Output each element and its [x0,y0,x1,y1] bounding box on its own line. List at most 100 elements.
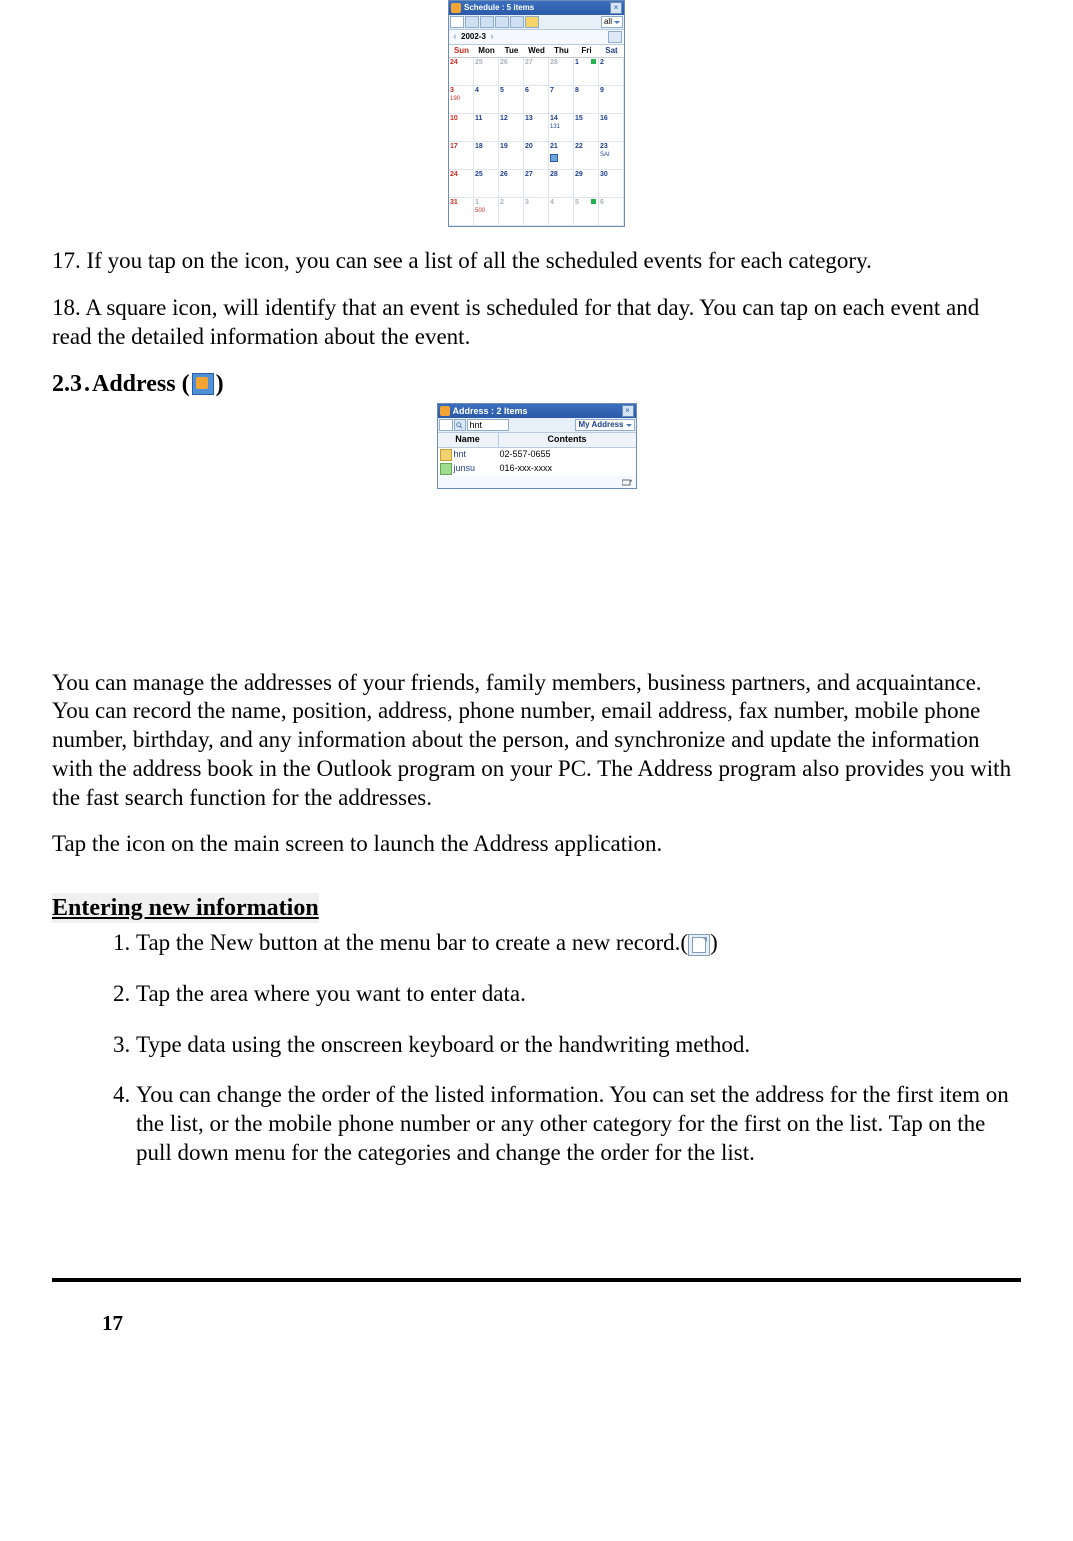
calendar-cell[interactable]: 31 [449,198,474,226]
steps-list: Tap the New button at the menu bar to cr… [52,929,1021,1168]
calendar-cell[interactable]: 28 [549,58,574,86]
page: Schedule : 5 items × all [0,0,1073,1376]
calendar-cell[interactable]: 15 [574,114,599,142]
date-navigation: ‹ 2002-3 › [449,30,624,45]
section-label: Address ( [92,369,190,399]
calendar-cell[interactable]: 6 [524,86,549,114]
calendar-cell[interactable]: 4 [549,198,574,226]
calendar-cell[interactable]: 4 [474,86,499,114]
calendar-cell[interactable]: 23SAI [599,142,624,170]
calendar-cell[interactable]: 26 [499,170,524,198]
dow-cell: Sun [449,45,474,57]
footer: 17 [52,1278,1021,1336]
calendar-cell[interactable]: 8 [574,86,599,114]
calendar-cell[interactable]: 12 [499,114,524,142]
dow-cell: Sat [599,45,624,57]
calendar-cell[interactable]: 6 [599,198,624,226]
instruction-17: 17. If you tap on the icon, you can see … [52,247,1021,276]
schedule-app-icon [451,3,461,13]
dow-cell: Fri [574,45,599,57]
contact-name: junsu [454,463,500,474]
calendar-cell[interactable]: 27 [524,170,549,198]
calendar-cell[interactable]: 10 [449,114,474,142]
schedule-title: Schedule : 5 items [464,3,610,13]
calendar-cell[interactable]: 19 [499,142,524,170]
close-icon[interactable]: × [622,405,634,417]
address-row[interactable]: junsu016-xxx-xxxx [438,462,636,476]
toolbar-btn-1[interactable] [465,16,479,28]
step-4: You can change the order of the listed i… [136,1081,1021,1167]
calendar-cell[interactable]: 5 [574,198,599,226]
calendar-cell[interactable]: 28 [549,170,574,198]
calendar-cell[interactable]: 30 [599,170,624,198]
address-toolbar: hnt My Address [438,418,636,433]
calendar-cell[interactable]: 3 [524,198,549,226]
address-rows: hnt02-557-0655junsu016-xxx-xxxx [438,448,636,476]
calendar-cell[interactable]: 2 [599,58,624,86]
address-launch-instruction: Tap the icon on the main screen to launc… [52,830,1021,859]
category-select-value: all [604,17,612,27]
calendar-cell[interactable]: 17 [449,142,474,170]
event-dot-icon [591,59,596,64]
toolbar-btn-3[interactable] [495,16,509,28]
category-select[interactable]: all [601,16,623,28]
toolbar-btn-4[interactable] [510,16,524,28]
next-month-button[interactable]: › [486,31,498,42]
calendar-cell[interactable]: 25 [474,58,499,86]
address-description: You can manage the addresses of your fri… [52,669,1021,813]
address-title-icon [440,406,450,416]
step-1-text: Tap the New button at the menu bar to cr… [136,930,688,955]
calendar-cell[interactable]: 9 [599,86,624,114]
col-name-header: Name [438,433,499,446]
event-block-icon [550,154,558,162]
current-month: 2002-3 [461,32,486,42]
search-icon[interactable] [454,419,466,431]
calendar-cell[interactable]: 13 [524,114,549,142]
dow-cell: Mon [474,45,499,57]
prev-month-button[interactable]: ‹ [449,31,461,42]
calendar-cell[interactable]: 24 [449,170,474,198]
calendar-cell[interactable]: 24 [449,58,474,86]
schedule-toolbar: all [449,15,624,30]
footer-rule [52,1278,1021,1282]
event-dot-icon [591,199,596,204]
toolbar-btn-2[interactable] [480,16,494,28]
calendar-cell[interactable]: 11 [474,114,499,142]
address-row[interactable]: hnt02-557-0655 [438,448,636,462]
calendar-cell[interactable]: 22 [574,142,599,170]
calendar-cell[interactable]: 21 [549,142,574,170]
view-toggle[interactable] [608,31,622,43]
calendar-cell[interactable]: 29 [574,170,599,198]
calendar-cell[interactable]: 14131 [549,114,574,142]
keyboard-icon[interactable] [622,477,632,487]
new-record-icon [688,934,710,956]
contact-contents: 016-xxx-xxxx [500,463,553,474]
calendar-cell[interactable]: 20 [524,142,549,170]
calendar-cell[interactable]: 7 [549,86,574,114]
schedule-widget: Schedule : 5 items × all [448,0,625,227]
calendar-cell[interactable]: 26 [499,58,524,86]
calendar-cell[interactable]: 18 [474,142,499,170]
calendar-grid: 2425262728123190456789101112131413115161… [449,58,624,226]
calendar-cell[interactable]: 5 [499,86,524,114]
contact-contents: 02-557-0655 [500,449,551,460]
new-icon[interactable] [439,419,453,431]
calendar-cell[interactable]: 1500 [474,198,499,226]
calendar-cell[interactable]: 3190 [449,86,474,114]
day-of-week-header: SunMonTueWedThuFriSat [449,45,624,58]
col-contents-header: Contents [499,433,636,446]
search-input[interactable]: hnt [467,419,509,431]
calendar-cell[interactable]: 16 [599,114,624,142]
calendar-cell[interactable]: 27 [524,58,549,86]
schedule-figure: Schedule : 5 items × all [52,0,1021,237]
calendar-cell[interactable]: 2 [499,198,524,226]
spacer [52,499,1021,659]
close-icon[interactable]: × [610,2,622,14]
address-widget: Address : 2 Items × hnt My Address [437,403,637,488]
calendar-cell[interactable]: 25 [474,170,499,198]
address-group-select[interactable]: My Address [575,419,634,431]
new-icon[interactable] [450,16,464,28]
calendar-cell[interactable]: 1 [574,58,599,86]
toolbar-btn-5[interactable] [525,16,539,28]
address-title: Address : 2 Items [453,406,622,417]
